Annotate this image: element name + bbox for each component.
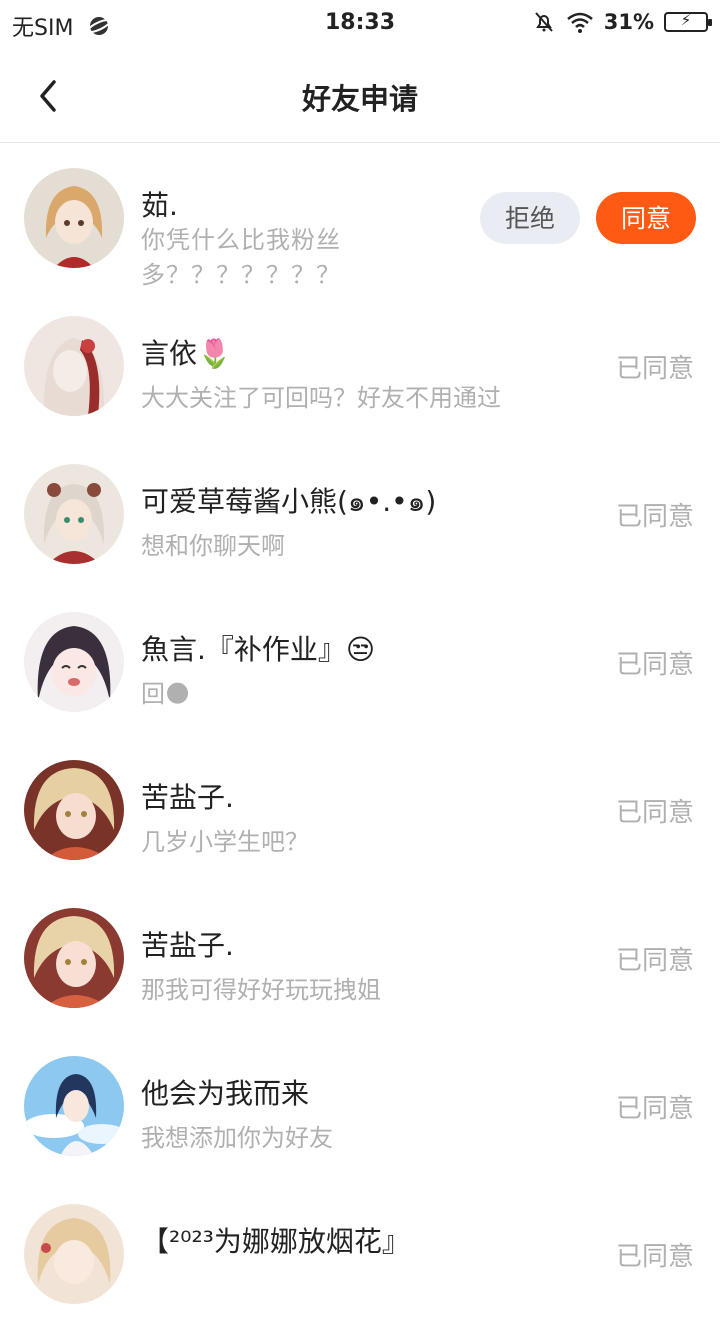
wifi-icon bbox=[566, 12, 593, 33]
avatar[interactable] bbox=[24, 1204, 124, 1304]
avatar[interactable] bbox=[24, 612, 124, 712]
request-status: 已同意 bbox=[615, 502, 694, 532]
avatar[interactable] bbox=[24, 464, 124, 564]
reject-button[interactable]: 拒绝 bbox=[480, 192, 580, 244]
request-message: 想和你聊天啊 bbox=[141, 532, 285, 560]
request-status: 已同意 bbox=[615, 946, 694, 976]
requester-name: 魚言.『补作业』😒 bbox=[141, 633, 376, 666]
friend-request-row: 他会为我而来 我想添加你为好友 已同意 bbox=[0, 1032, 720, 1180]
request-status: 已同意 bbox=[615, 354, 694, 384]
requester-name: 苦盐子. bbox=[141, 929, 234, 962]
request-status: 已同意 bbox=[615, 1242, 694, 1272]
request-message: 那我可得好好玩玩拽姐 bbox=[141, 976, 381, 1004]
request-message: 我想添加你为好友 bbox=[141, 1124, 333, 1152]
battery-percent: 31% bbox=[603, 10, 654, 34]
battery-icon: ⚡ bbox=[664, 11, 712, 32]
friend-request-row: 苦盐子. 几岁小学生吧？ 已同意 bbox=[0, 736, 720, 884]
mute-bell-icon bbox=[534, 12, 553, 32]
requester-name: 【²⁰²³为娜娜放烟花』 bbox=[141, 1225, 410, 1258]
status-bar: 无SIM 18:33 31% ⚡ bbox=[0, 0, 720, 50]
request-status: 已同意 bbox=[615, 650, 694, 680]
avatar[interactable] bbox=[24, 760, 124, 860]
avatar[interactable] bbox=[24, 316, 124, 416]
request-message: 你凭什么比我粉丝多？？？？？？？ bbox=[141, 226, 341, 289]
avatar[interactable] bbox=[24, 908, 124, 1008]
header: 好友申请 bbox=[0, 50, 720, 143]
avatar[interactable] bbox=[24, 168, 124, 268]
requester-name: 可爱草莓酱小熊(๑•.•๑) bbox=[141, 485, 437, 518]
friend-request-row: 茹. 你凭什么比我粉丝多？？？？？？？ 拒绝 同意 bbox=[0, 144, 720, 292]
request-message: 大大关注了可回吗？好友不用通过 bbox=[141, 384, 501, 412]
requester-name: 言依🌷 bbox=[141, 337, 232, 370]
requester-name: 他会为我而来 bbox=[141, 1077, 310, 1110]
friend-request-row: 可爱草莓酱小熊(๑•.•๑) 想和你聊天啊 已同意 bbox=[0, 440, 720, 588]
requester-name: 苦盐子. bbox=[141, 781, 234, 814]
friend-request-row: 苦盐子. 那我可得好好玩玩拽姐 已同意 bbox=[0, 884, 720, 1032]
friend-request-row: 言依🌷 大大关注了可回吗？好友不用通过 已同意 bbox=[0, 292, 720, 440]
friend-request-list: 茹. 你凭什么比我粉丝多？？？？？？？ 拒绝 同意 言依🌷 大大关注了可回吗？好… bbox=[0, 144, 720, 1328]
page-title: 好友申请 bbox=[301, 82, 418, 116]
friend-request-row: 魚言.『补作业』😒 回🌑 已同意 bbox=[0, 588, 720, 736]
request-message: 几岁小学生吧？ bbox=[141, 828, 309, 856]
request-message: 回🌑 bbox=[141, 680, 191, 708]
request-status: 已同意 bbox=[615, 1094, 694, 1124]
requester-name: 茹. bbox=[141, 189, 178, 222]
accept-button[interactable]: 同意 bbox=[596, 192, 696, 244]
avatar[interactable] bbox=[24, 1056, 124, 1156]
friend-request-row: 【²⁰²³为娜娜放烟花』 已同意 bbox=[0, 1180, 720, 1328]
request-status: 已同意 bbox=[615, 798, 694, 828]
